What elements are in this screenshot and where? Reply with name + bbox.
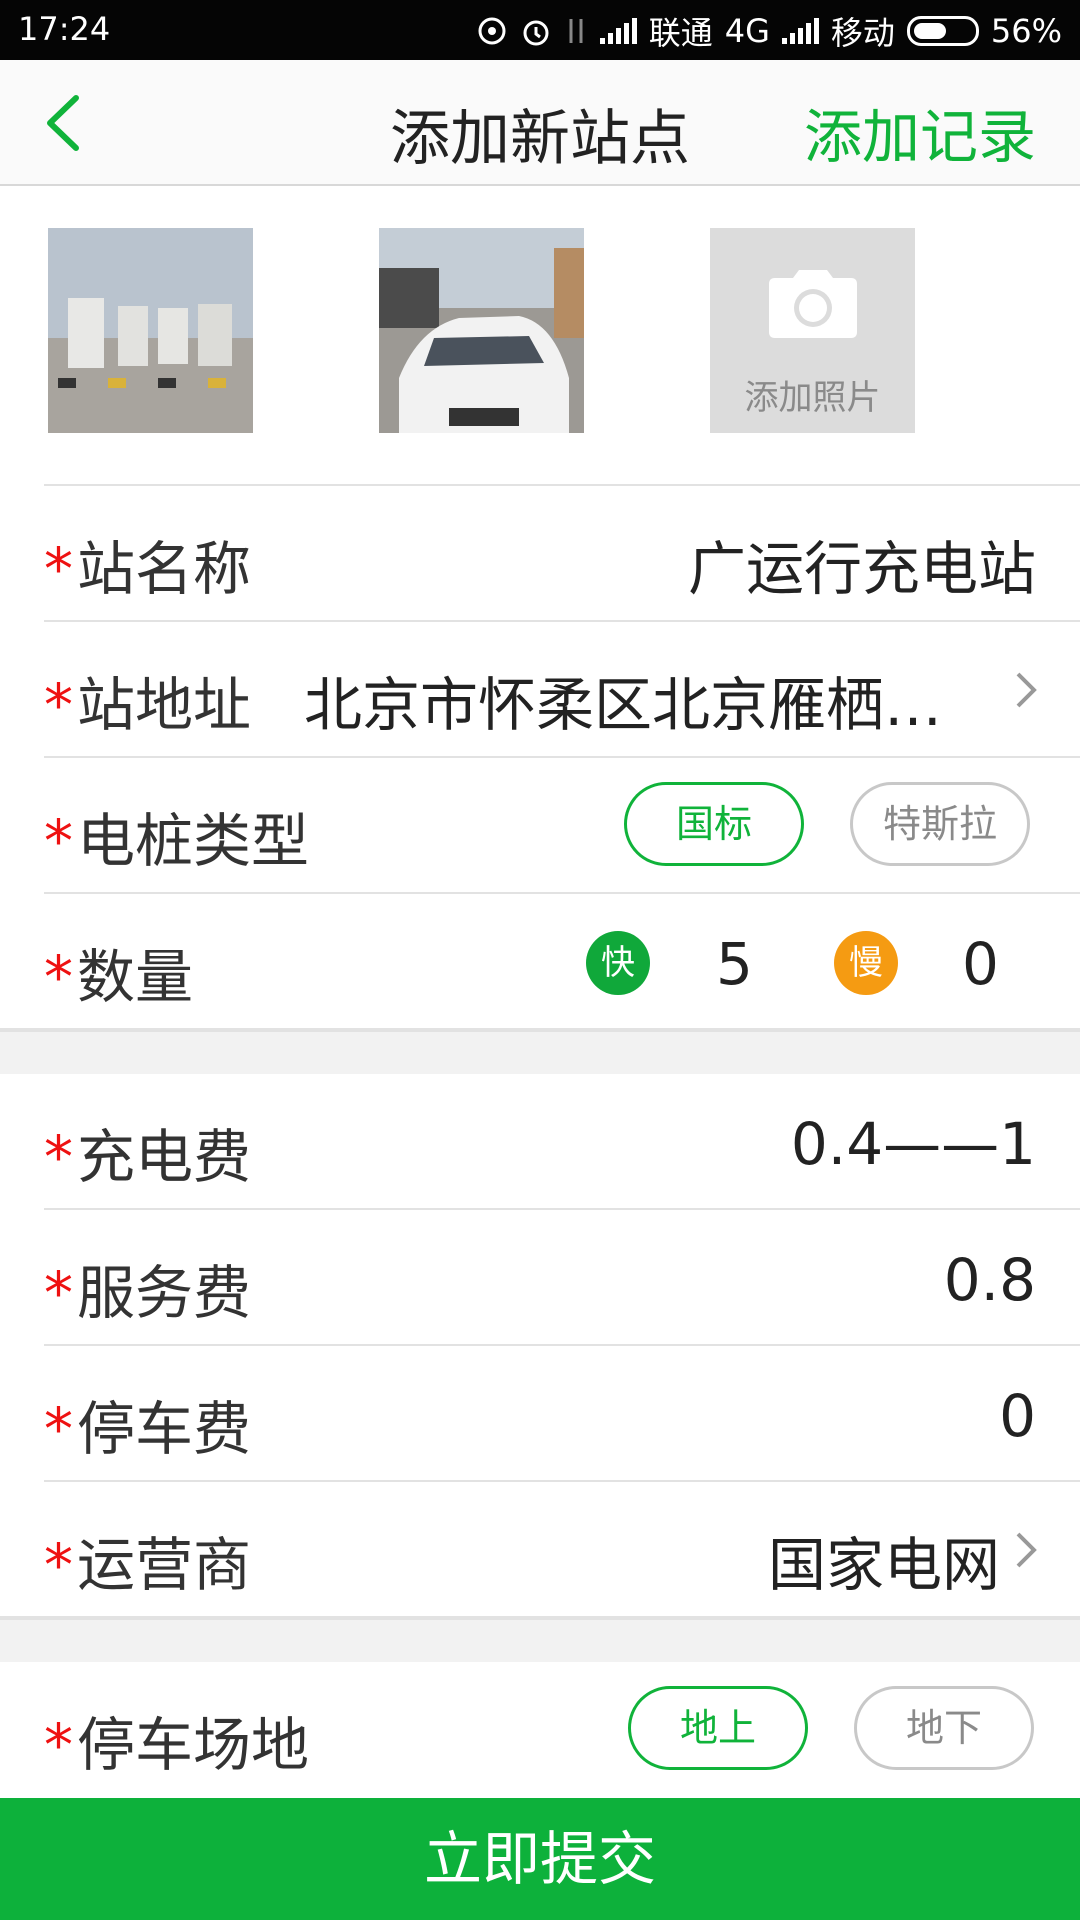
charge-fee-label-text: 充电费	[77, 1123, 252, 1191]
signal-icon-2	[781, 18, 819, 44]
carrier2-label: 移动	[830, 14, 895, 52]
parking-place-label-text: 停车场地	[77, 1711, 310, 1779]
service-fee-label-text: 服务费	[77, 1259, 252, 1327]
quantity-row: *数量 快 5 慢 0	[0, 894, 1080, 1030]
station-name-row[interactable]: *站名称 广运行充电站	[0, 486, 1080, 622]
service-fee-label: *服务费	[44, 1246, 251, 1330]
battery-fill	[913, 23, 946, 39]
station-address-label-text: 站地址	[77, 671, 252, 739]
station-name-value[interactable]: 广运行充电站	[688, 522, 1036, 606]
battery-icon	[906, 16, 979, 46]
submit-button[interactable]: 立即提交	[0, 1798, 1080, 1920]
hotspot-icon	[478, 17, 506, 45]
service-fee-row[interactable]: *服务费 0.8	[0, 1210, 1080, 1346]
section-gap	[0, 1030, 1080, 1074]
network-label: 4G	[724, 12, 770, 50]
title-bar: 添加新站点 添加记录	[0, 60, 1080, 186]
charge-fee-label: *充电费	[44, 1110, 251, 1194]
data-transfer-icon	[569, 19, 583, 43]
photo-strip: 添加照片	[0, 188, 1080, 486]
parking-fee-label: *停车费	[44, 1382, 251, 1466]
parking-fee-value[interactable]: 0	[999, 1382, 1036, 1450]
required-mark: *	[44, 1531, 73, 1599]
pile-type-option-tesla[interactable]: 特斯拉	[850, 782, 1030, 866]
status-time: 17:24	[18, 10, 111, 48]
parking-option-above-ground[interactable]: 地上	[628, 1686, 808, 1770]
status-icons: 联通 4G 移动 56%	[476, 8, 1062, 54]
slow-charger-count[interactable]: 0	[962, 930, 999, 998]
station-photo-1[interactable]	[48, 228, 253, 433]
station-address-label: *站地址	[44, 658, 251, 742]
operator-label: *运营商	[44, 1518, 251, 1602]
status-bar: 17:24 联通 4G 移动 56%	[0, 0, 1080, 60]
operator-row[interactable]: *运营商 国家电网	[0, 1482, 1080, 1618]
charge-fee-value[interactable]: 0.4——1	[791, 1110, 1036, 1178]
signal-icon	[599, 18, 637, 44]
quantity-label: *数量	[44, 930, 193, 1014]
chevron-right-icon	[1016, 1532, 1037, 1568]
pile-type-option-gb[interactable]: 国标	[624, 782, 804, 866]
carrier1-label: 联通	[648, 14, 713, 52]
section-gap	[0, 1618, 1080, 1662]
slow-charger-badge: 慢	[834, 931, 898, 995]
operator-value[interactable]: 国家电网	[768, 1518, 1000, 1602]
add-photo-label: 添加照片	[744, 378, 881, 418]
add-record-button[interactable]: 添加记录	[804, 90, 1036, 174]
required-mark: *	[44, 1711, 73, 1779]
parking-fee-label-text: 停车费	[77, 1395, 252, 1463]
station-address-value[interactable]: 北京市怀柔区北京雁栖经济开发区	[304, 658, 994, 742]
camera-icon	[769, 270, 857, 338]
pile-type-row: *电桩类型 国标 特斯拉	[0, 758, 1080, 894]
charge-fee-row[interactable]: *充电费 0.4——1	[0, 1074, 1080, 1210]
pile-type-label-text: 电桩类型	[77, 807, 310, 875]
parking-place-row: *停车场地 地上 地下	[0, 1662, 1080, 1798]
add-photo-button[interactable]: 添加照片	[710, 228, 915, 433]
parking-option-underground[interactable]: 地下	[854, 1686, 1034, 1770]
operator-label-text: 运营商	[77, 1531, 252, 1599]
quantity-label-text: 数量	[77, 943, 194, 1011]
station-photo-2[interactable]	[379, 228, 584, 433]
pile-type-label: *电桩类型	[44, 794, 309, 878]
service-fee-value[interactable]: 0.8	[944, 1246, 1036, 1314]
station-address-row[interactable]: *站地址 北京市怀柔区北京雁栖经济开发区	[0, 622, 1080, 758]
required-mark: *	[44, 1259, 73, 1327]
alarm-icon	[523, 20, 549, 46]
station-name-label-text: 站名称	[77, 535, 252, 603]
required-mark: *	[44, 535, 73, 603]
required-mark: *	[44, 943, 73, 1011]
required-mark: *	[44, 671, 73, 739]
required-mark: *	[44, 1123, 73, 1191]
required-mark: *	[44, 1395, 73, 1463]
battery-percent: 56%	[990, 12, 1062, 50]
parking-fee-row[interactable]: *停车费 0	[0, 1346, 1080, 1482]
charging-station-image	[48, 228, 253, 433]
fast-charger-count[interactable]: 5	[716, 930, 753, 998]
station-name-label: *站名称	[44, 522, 251, 606]
chevron-right-icon	[1016, 672, 1037, 708]
required-mark: *	[44, 807, 73, 875]
parked-car-image	[379, 228, 584, 433]
parking-place-label: *停车场地	[44, 1698, 309, 1782]
fast-charger-badge: 快	[586, 931, 650, 995]
